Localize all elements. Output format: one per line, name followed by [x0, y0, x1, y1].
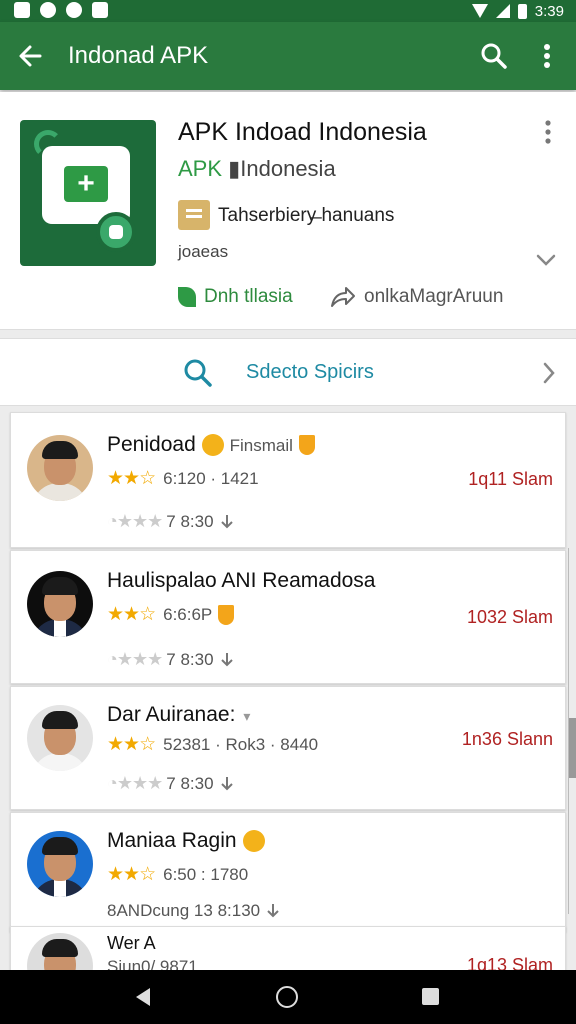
list-item-title: Wer A — [107, 933, 156, 953]
message-notification-icon — [66, 2, 82, 18]
avatar — [27, 435, 93, 501]
category-icon — [178, 200, 210, 230]
avatar — [27, 831, 93, 897]
chevron-right-icon — [543, 362, 555, 384]
rating: ★★☆ 52381 · Rok3 · 8440 — [107, 734, 319, 755]
search-row-label: Sdecto Spicirs — [246, 361, 374, 383]
primary-action-label: Dnh tllasia — [204, 286, 293, 307]
badge-icon — [201, 434, 224, 457]
list-item[interactable]: Maniaa Ragin ★★☆ 6:50 : 1780 8ANDcung 13 … — [10, 812, 566, 932]
list-item-meta: ◔★★★ 7 8:30 — [107, 511, 236, 532]
shield-icon — [298, 435, 315, 456]
signal-icon — [495, 4, 510, 18]
developer-name: ▮Indonesia — [228, 156, 336, 181]
download-icon — [220, 652, 233, 666]
app-developer[interactable]: APK ▮Indonesia — [178, 156, 336, 182]
back-arrow-icon[interactable] — [14, 40, 46, 72]
rating: ★★☆ 6:50 : 1780 — [107, 864, 249, 885]
image-notification-icon — [14, 2, 30, 18]
list-item-size: 1q11 Slam — [468, 469, 553, 489]
leaf-icon — [178, 287, 196, 307]
app-header-card: + APK Indoad Indonesia APK ▮Indonesia Ta… — [0, 92, 576, 330]
rating: ★★☆ 6:6:6P — [107, 603, 235, 626]
download-icon — [220, 776, 233, 790]
list-item-size: 1032 Slam — [466, 607, 553, 627]
list-item-meta: ◔★★★ 7 8:30 — [107, 649, 236, 670]
list-item-size: 1n36 Slann — [461, 729, 553, 749]
system-nav-bar — [0, 970, 576, 1024]
chevron-down-icon[interactable] — [534, 250, 558, 270]
avatar — [27, 705, 93, 771]
nav-back-icon[interactable] — [136, 988, 150, 1006]
developer-prefix: APK — [178, 156, 223, 181]
list-item-title: Dar Auiranae: ▾ — [107, 703, 251, 726]
status-bar: 3:39 — [0, 0, 576, 22]
overflow-menu-icon[interactable] — [532, 40, 562, 72]
chevron-down-icon: ▾ — [243, 708, 251, 724]
list-item[interactable]: Haulispalao ANI Reamadosa ★★☆ 6:6:6P ◔★★★… — [10, 550, 566, 684]
search-row[interactable]: Sdecto Spicirs — [0, 338, 576, 406]
list-item-title: Penidoad Finsmail — [107, 433, 315, 457]
battery-icon — [517, 3, 527, 19]
nav-home-icon[interactable] — [276, 986, 298, 1008]
app-bar-title: Indonad APK — [68, 42, 209, 69]
wifi-icon — [471, 4, 488, 18]
list-item-title: Maniaa Ragin — [107, 829, 265, 853]
primary-action[interactable]: Dnh tllasia — [178, 286, 293, 308]
app-title: APK Indoad Indonesia — [178, 118, 427, 146]
download-icon — [267, 904, 279, 918]
app-category: Tahserbiery̶ hanuans — [218, 205, 395, 226]
list-item-title: Haulispalao ANI Reamadosa — [107, 569, 376, 592]
share-action[interactable]: onlkaMagrAruun — [330, 286, 503, 308]
share-icon — [331, 287, 355, 307]
search-icon[interactable] — [478, 40, 510, 72]
app-bar: Indonad APK — [0, 22, 576, 90]
app-tag: joaeas — [178, 242, 229, 261]
scrollbar-thumb[interactable] — [569, 718, 576, 778]
avatar — [27, 571, 93, 637]
app-logo: + — [20, 120, 156, 266]
nav-recents-icon[interactable] — [422, 988, 439, 1005]
sync-notification-icon — [40, 2, 56, 18]
share-action-label: onlkaMagrAruun — [364, 286, 504, 307]
app-notification-icon — [92, 2, 108, 18]
badge-icon — [242, 830, 265, 853]
search-icon — [184, 359, 212, 387]
rating: ★★☆ 6:120 · 1421 — [107, 468, 259, 489]
status-time: 3:39 — [534, 2, 564, 20]
list-item-meta: ◔★★★ 7 8:30 — [107, 773, 236, 794]
list-item-meta: 8ANDcung 13 8:130 — [107, 901, 282, 921]
screen: 3:39 Indonad APK + APK Indoad Indonesia … — [0, 0, 576, 1024]
download-icon — [220, 514, 233, 528]
list-item[interactable]: Penidoad Finsmail ★★☆ 6:120 · 1421 ◔★★★ 7 … — [10, 412, 566, 548]
app-overflow-menu-icon[interactable] — [540, 118, 556, 146]
list-item[interactable]: Dar Auiranae: ▾ ★★☆ 52381 · Rok3 · 8440 ◔★… — [10, 686, 566, 810]
